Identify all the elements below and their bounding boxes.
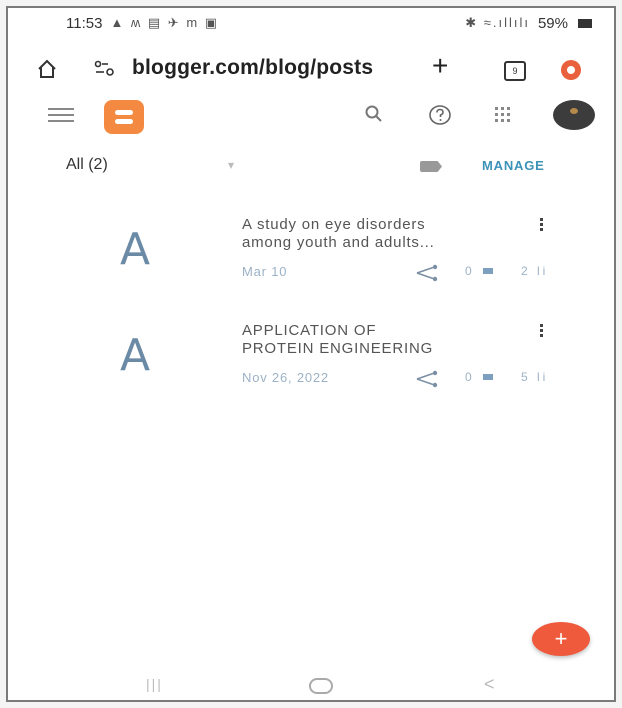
- status-left: 11:53 ▲ ʍ ▤ ✈ m ▣: [66, 15, 219, 32]
- comment-icon: [483, 268, 493, 274]
- hamburger-menu-icon[interactable]: [48, 104, 74, 126]
- comment-count: 0: [465, 264, 472, 278]
- post-title[interactable]: A study on eye disorders among youth and…: [242, 216, 526, 252]
- share-icon[interactable]: [413, 370, 441, 393]
- post-date: Nov 26, 2022: [242, 370, 329, 385]
- signal-icons: ✱ ≈.ıllılı: [465, 15, 530, 30]
- view-count: 5 li: [521, 370, 549, 384]
- more-options-icon[interactable]: [540, 324, 544, 339]
- notification-icons: ▲ ʍ ▤ ✈ m ▣: [110, 15, 220, 30]
- post-thumbnail: A: [120, 330, 151, 381]
- browser-menu-icon[interactable]: [561, 60, 581, 80]
- post-thumbnail: A: [120, 224, 151, 275]
- recent-apps-button[interactable]: |||: [146, 676, 163, 692]
- tab-switcher-button[interactable]: 9: [504, 61, 526, 81]
- search-icon[interactable]: [364, 104, 384, 129]
- status-time: 11:53: [66, 14, 103, 32]
- blogger-header: [8, 94, 614, 140]
- browser-toolbar: blogger.com/blog/posts + 9: [8, 46, 614, 94]
- site-info-icon[interactable]: [94, 60, 118, 83]
- home-button[interactable]: [309, 678, 333, 694]
- more-options-icon[interactable]: [540, 218, 544, 233]
- manage-button[interactable]: MANAGE: [482, 158, 545, 173]
- new-tab-button[interactable]: +: [432, 52, 448, 80]
- home-icon[interactable]: [36, 58, 58, 85]
- url-bar[interactable]: blogger.com/blog/posts: [132, 56, 402, 80]
- status-bar: 11:53 ▲ ʍ ▤ ✈ m ▣ ✱ ≈.ıllılı 59%: [8, 8, 614, 38]
- view-count: 2 li: [521, 264, 549, 278]
- battery-percent: 59%: [537, 14, 568, 32]
- list-item[interactable]: A A study on eye disorders among youth a…: [8, 216, 614, 316]
- new-post-button[interactable]: +: [532, 622, 590, 656]
- status-right: ✱ ≈.ıllılı 59%: [465, 15, 592, 32]
- avatar[interactable]: [553, 100, 595, 130]
- comment-icon: [483, 374, 493, 380]
- apps-grid-icon[interactable]: [494, 106, 512, 129]
- system-nav-bar: ||| <: [8, 672, 614, 698]
- share-icon[interactable]: [413, 264, 441, 287]
- chevron-down-icon[interactable]: ▾: [228, 158, 234, 172]
- phone-screen: 11:53 ▲ ʍ ▤ ✈ m ▣ ✱ ≈.ıllılı 59% blogger…: [6, 6, 616, 702]
- post-title[interactable]: APPLICATION OF PROTEIN ENGINEERING: [242, 322, 526, 358]
- help-icon[interactable]: [428, 104, 452, 131]
- label-icon[interactable]: [420, 161, 442, 172]
- comment-count: 0: [465, 370, 472, 384]
- post-date: Mar 10: [242, 264, 288, 279]
- blogger-logo[interactable]: [104, 100, 144, 134]
- list-item[interactable]: A APPLICATION OF PROTEIN ENGINEERING Nov…: [8, 322, 614, 422]
- post-filter-dropdown[interactable]: All (2): [66, 156, 108, 174]
- post-filter-row: All (2) ▾ MANAGE: [8, 148, 614, 184]
- back-button[interactable]: <: [484, 674, 495, 695]
- battery-icon: [578, 18, 592, 28]
